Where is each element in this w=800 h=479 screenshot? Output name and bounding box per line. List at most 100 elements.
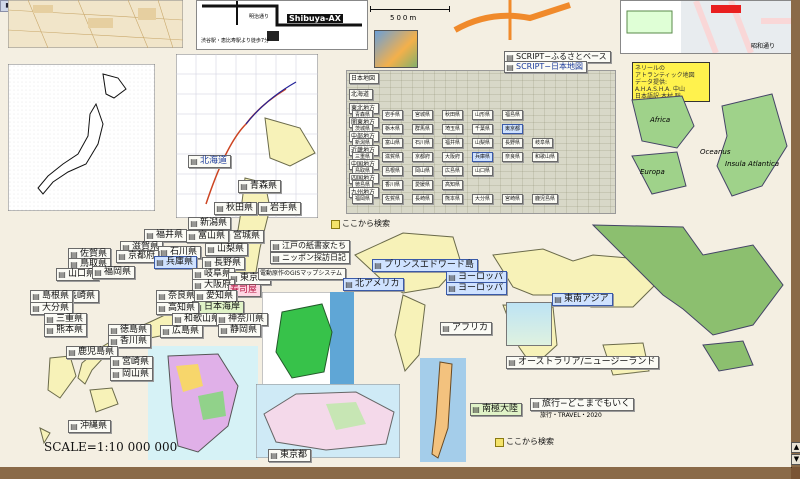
- document-icon: ▤: [156, 258, 164, 267]
- pref-hyogo[interactable]: ▤ 兵庫県: [154, 256, 198, 269]
- script-japan-map-label: SCRIPT−日本地図: [516, 62, 583, 71]
- region-pref-button[interactable]: 大阪府: [442, 152, 464, 162]
- region-pref-button[interactable]: 鹿児島県: [532, 194, 559, 204]
- document-icon: ▤: [508, 358, 516, 367]
- pref-niigata[interactable]: ▤ 新潟県: [188, 217, 232, 230]
- region-pref-button[interactable]: 佐賀県: [382, 194, 404, 204]
- pref-label: 岩手県: [270, 203, 298, 213]
- document-icon: ▤: [112, 358, 120, 367]
- document-icon: ▤: [158, 292, 166, 301]
- north-america-link[interactable]: ▤ 北アメリカ: [343, 278, 404, 291]
- region-pref-button[interactable]: 山口県: [472, 166, 494, 176]
- region-pref-button[interactable]: 群馬県: [412, 124, 434, 134]
- pref-label: 宮城県: [233, 231, 261, 241]
- document-icon: ▤: [112, 370, 120, 379]
- road-map-tile[interactable]: [450, 0, 590, 40]
- document-icon: ▤: [216, 204, 224, 213]
- region-pref-button[interactable]: 兵庫県: [472, 152, 494, 162]
- africa-link[interactable]: ▤ アフリカ: [440, 322, 493, 335]
- shibuya-map[interactable]: Shibuya-AX 渋谷駅・恵比寿駅より徒歩7分 明治通り: [196, 0, 368, 50]
- region-pref-button[interactable]: 岡山県: [412, 166, 434, 176]
- tokyo-map-link[interactable]: ▤ 東京都: [268, 449, 312, 462]
- pref-yamanashi[interactable]: ▤ 山梨県: [205, 243, 249, 256]
- edo-link[interactable]: ▤ 江戸の紙書家たち: [270, 240, 350, 252]
- region-pref-button[interactable]: 和歌山県: [532, 152, 559, 162]
- region-pref-button[interactable]: 東京都: [502, 124, 524, 134]
- se-asia-link[interactable]: ▤ 東南アジア: [552, 293, 613, 306]
- nippon-label: ニッポン探訪日記: [282, 253, 346, 262]
- atlantis-map[interactable]: [622, 86, 788, 206]
- horizontal-scrollbar[interactable]: [0, 467, 791, 479]
- pref-okinawa[interactable]: ▤ 沖縄県: [68, 420, 112, 433]
- oceania-link[interactable]: ▤ オーストラリア/ニュージーランド: [506, 356, 660, 369]
- region-pref-button[interactable]: 富山県: [382, 138, 404, 148]
- pref-hokkaido[interactable]: ▤ 北海道: [188, 155, 232, 168]
- region-pref-button[interactable]: 宮城県: [412, 110, 434, 120]
- region-header[interactable]: 日本地図: [349, 73, 380, 84]
- region-header[interactable]: 北海道: [349, 89, 374, 100]
- region-pref-button[interactable]: 栃木県: [382, 124, 404, 134]
- africa-label: アフリカ: [452, 323, 489, 333]
- pref-label: 秋田県: [226, 203, 254, 213]
- search-from-here-bottom[interactable]: ここから検索: [494, 437, 557, 447]
- europe-link-2[interactable]: ▤ ヨーロッパ: [446, 282, 508, 295]
- region-pref-button[interactable]: 宮崎県: [502, 194, 524, 204]
- pref-fukuoka[interactable]: ▤ 福岡県: [92, 266, 136, 279]
- pref-aomori[interactable]: ▤ 青森県: [238, 180, 282, 193]
- antarctica-link[interactable]: ▤ 南極大陸: [470, 403, 523, 416]
- region-pref-button[interactable]: 福岡県: [352, 194, 374, 204]
- region-pref-button[interactable]: 香川県: [382, 180, 404, 190]
- region-pref-button[interactable]: 福島県: [502, 110, 524, 120]
- pref-okayama[interactable]: ▤ 岡山県: [110, 368, 154, 381]
- se-asia-thumb[interactable]: [506, 302, 552, 346]
- region-pref-button[interactable]: 長野県: [502, 138, 524, 148]
- region-pref-button[interactable]: 石川県: [412, 138, 434, 148]
- region-pref-button[interactable]: 島根県: [382, 166, 404, 176]
- pref-akita[interactable]: ▤ 秋田県: [214, 202, 258, 215]
- pref-kumamoto[interactable]: ▤ 熊本県: [44, 324, 88, 337]
- region-pref-button[interactable]: 高知県: [442, 180, 464, 190]
- document-icon: ▤: [448, 273, 456, 282]
- document-icon: ▤: [46, 326, 54, 335]
- koko-bottom-label: ここから検索: [506, 437, 554, 446]
- region-pref-button[interactable]: 岐阜県: [532, 138, 554, 148]
- region-pref-button[interactable]: 山梨県: [472, 138, 494, 148]
- scroll-down-button[interactable]: ▼: [791, 454, 800, 465]
- gis-link[interactable]: 電動原作のGISマップシステム: [258, 268, 347, 280]
- pref-toyama[interactable]: ▤ 富山県: [186, 230, 230, 243]
- region-pref-button[interactable]: 熊本県: [442, 194, 464, 204]
- region-pref-button[interactable]: 岩手県: [382, 110, 404, 120]
- vertical-scrollbar[interactable]: ▲ ▼: [791, 0, 800, 467]
- pref-iwate[interactable]: ▤ 岩手県: [258, 202, 302, 215]
- city-photo-thumb[interactable]: [374, 30, 418, 68]
- document-icon: ▤: [110, 337, 118, 346]
- pref-label: 兵庫県: [166, 257, 194, 267]
- region-pref-button[interactable]: 秋田県: [442, 110, 464, 120]
- world-map[interactable]: [343, 215, 791, 415]
- pref-shizuoka[interactable]: ▤ 静岡県: [218, 324, 262, 337]
- ibaraki-map[interactable]: [262, 292, 354, 386]
- region-pref-button[interactable]: 京都府: [412, 152, 434, 162]
- region-pref-button[interactable]: 愛媛県: [412, 180, 434, 190]
- town-map-tile[interactable]: 昭和通り: [620, 0, 791, 55]
- pref-kyoto[interactable]: ▤ 京都府: [116, 250, 160, 263]
- region-pref-button[interactable]: 長崎県: [412, 194, 434, 204]
- region-pref-button[interactable]: 福井県: [442, 138, 464, 148]
- street-name: 明治通り: [249, 14, 270, 20]
- manhattan-map[interactable]: [420, 358, 466, 462]
- pref-hiroshima[interactable]: ▤ 広島県: [160, 325, 204, 338]
- script-japan-map-link[interactable]: ▤ SCRIPT−日本地図: [504, 61, 587, 73]
- street-map-thumb[interactable]: [8, 0, 183, 48]
- region-pref-button[interactable]: 広島県: [442, 166, 464, 176]
- region-pref-button[interactable]: 千葉県: [472, 124, 494, 134]
- nippon-link[interactable]: ▤ ニッポン探訪日記: [270, 252, 350, 264]
- region-pref-button[interactable]: 大分県: [472, 194, 494, 204]
- document-icon: ▤: [190, 219, 198, 228]
- region-pref-button[interactable]: 山形県: [472, 110, 494, 120]
- scroll-up-button[interactable]: ▲: [791, 442, 800, 453]
- search-from-here-top[interactable]: ここから検索: [330, 219, 393, 229]
- region-pref-button[interactable]: 埼玉県: [442, 124, 464, 134]
- tokyo-map[interactable]: [256, 384, 400, 458]
- region-pref-button[interactable]: 奈良県: [502, 152, 524, 162]
- region-pref-button[interactable]: 滋賀県: [382, 152, 404, 162]
